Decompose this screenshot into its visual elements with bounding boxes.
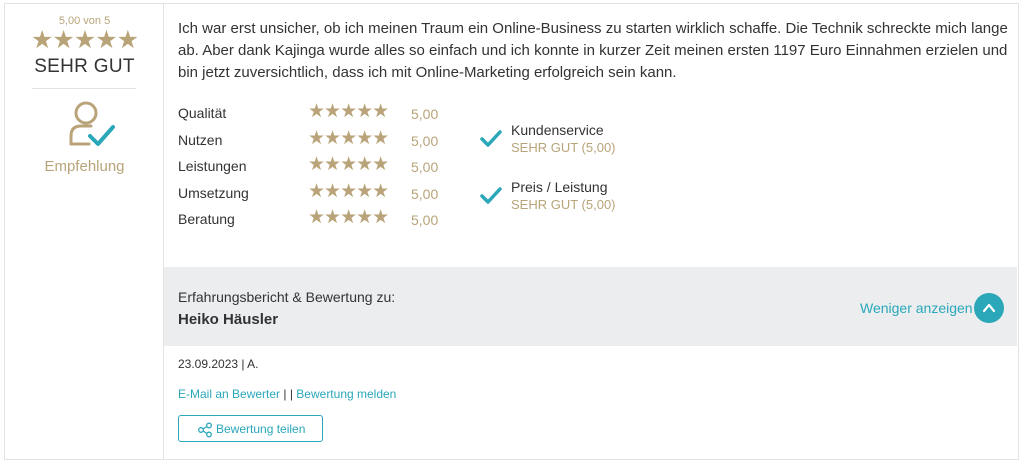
review-links: E-Mail an Bewerter | | Bewertung melden xyxy=(178,387,396,401)
rating-label: Qualität xyxy=(178,105,227,121)
report-review-link[interactable]: Bewertung melden xyxy=(296,387,396,401)
review-text: Ich war erst unsicher, ob ich meinen Tra… xyxy=(178,20,1008,81)
author-name: Heiko Häusler xyxy=(178,311,279,328)
check-subtitle: SEHR GUT (5,00) xyxy=(511,140,616,155)
author-bar: Erfahrungsbericht & Bewertung zu: Heiko … xyxy=(164,267,1017,346)
show-less-button[interactable] xyxy=(974,293,1004,323)
rating-row-beratung: Beratung ★★★★★ 5,00 xyxy=(178,207,458,238)
author-caption: Erfahrungsbericht & Bewertung zu: xyxy=(178,289,396,305)
checkmark-icon xyxy=(480,130,502,147)
rating-list: Qualität ★★★★★ 5,00 Nutzen ★★★★★ 5,00 Le… xyxy=(178,101,458,238)
check-list: Kundenservice SEHR GUT (5,00) Preis / Le… xyxy=(480,122,680,236)
rating-value: 5,00 xyxy=(411,106,439,122)
rating-value: 5,00 xyxy=(411,132,439,149)
recommendation-label: Empfehlung xyxy=(44,158,125,175)
check-subtitle: SEHR GUT (5,00) xyxy=(511,197,616,212)
rating-value: 5,00 xyxy=(411,212,439,228)
check-title: Kundenservice xyxy=(511,122,604,138)
rating-stars: ★★★★★ xyxy=(308,127,389,149)
check-item-kundenservice: Kundenservice SEHR GUT (5,00) xyxy=(480,122,680,179)
rating-label: Beratung xyxy=(178,211,235,227)
rating-value: 5,00 xyxy=(411,185,439,202)
share-icon xyxy=(198,422,212,438)
rating-label: Umsetzung xyxy=(178,184,249,201)
user-check-icon xyxy=(67,100,117,152)
rating-label: Nutzen xyxy=(178,131,223,148)
review-main: Ich war erst unsicher, ob ich meinen Tra… xyxy=(164,4,1018,459)
summary-column: 5,00 von 5 ★★★★★ SEHR GUT Empfehlung xyxy=(5,4,164,459)
link-separator: | | xyxy=(280,387,297,401)
rating-stars: ★★★★★ xyxy=(308,180,389,202)
summary-divider xyxy=(32,88,136,89)
chevron-up-icon xyxy=(982,303,996,313)
review-date: 23.09.2023 | A. xyxy=(178,357,259,371)
check-title: Preis / Leistung xyxy=(511,179,608,195)
email-reviewer-link[interactable]: E-Mail an Bewerter xyxy=(178,387,280,401)
rating-value: 5,00 xyxy=(411,159,439,175)
checkmark-icon xyxy=(480,187,502,204)
share-review-button[interactable]: Bewertung teilen xyxy=(178,415,323,442)
review-card: 5,00 von 5 ★★★★★ SEHR GUT Empfehlung Ich… xyxy=(4,3,1019,460)
check-item-preis-leistung: Preis / Leistung SEHR GUT (5,00) xyxy=(480,179,680,236)
show-less-link[interactable]: Weniger anzeigen xyxy=(860,300,973,316)
overall-verdict: SEHR GUT xyxy=(34,56,135,77)
rating-label: Leistungen xyxy=(178,158,247,174)
rating-stars: ★★★★★ xyxy=(308,207,389,228)
rating-stars: ★★★★★ xyxy=(308,154,389,175)
rating-stars: ★★★★★ xyxy=(308,101,389,122)
overall-stars: ★★★★★ xyxy=(30,26,139,54)
share-label: Bewertung teilen xyxy=(216,422,306,436)
